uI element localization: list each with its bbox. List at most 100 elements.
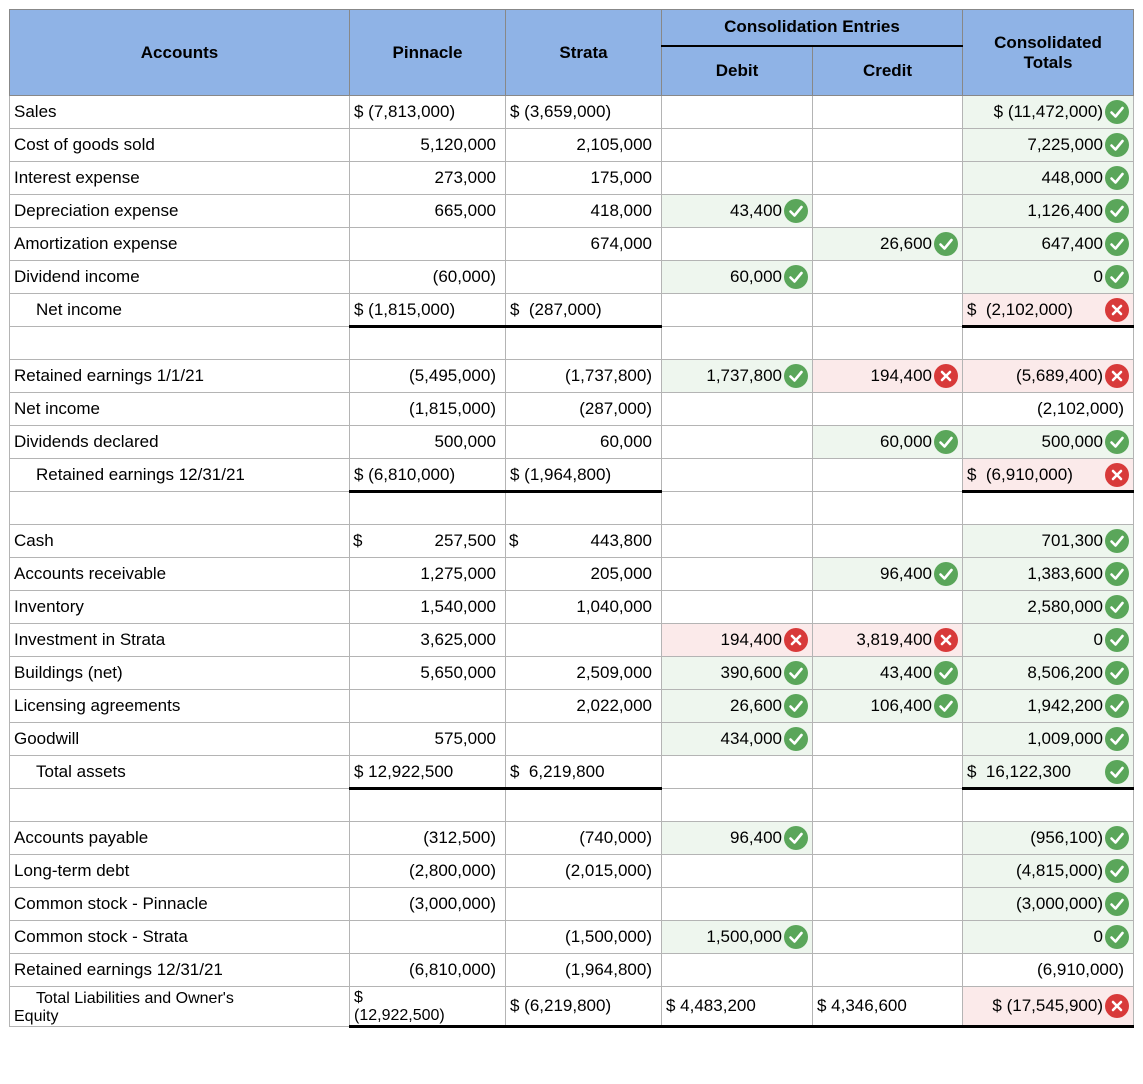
- consolidated-total[interactable]: $ (6,910,000): [962, 458, 1134, 493]
- strata-value-text: $ (1,964,800): [510, 464, 612, 484]
- consolidated-total-text: (956,100): [1030, 828, 1103, 847]
- consolidated-total[interactable]: 500,000: [962, 425, 1134, 459]
- debit-entry: [661, 854, 813, 888]
- strata-value: $ (1,964,800): [505, 458, 662, 493]
- pinnacle-value-text: 5,120,000: [420, 135, 496, 154]
- pinnacle-value: (5,495,000): [349, 359, 506, 393]
- spacer-row: [9, 491, 1134, 525]
- strata-value: 175,000: [505, 161, 662, 195]
- consolidated-total[interactable]: (6,910,000): [962, 953, 1134, 987]
- consolidated-total[interactable]: 0: [962, 623, 1134, 657]
- consolidated-total[interactable]: 1,126,400: [962, 194, 1134, 228]
- credit-entry: [812, 194, 963, 228]
- credit-entry[interactable]: 106,400: [812, 689, 963, 723]
- credit-entry[interactable]: 43,400: [812, 656, 963, 690]
- consolidated-total[interactable]: $ (2,102,000): [962, 293, 1134, 328]
- pinnacle-value-text: $ 12,922,500: [354, 761, 454, 781]
- pinnacle-value-text: $ (7,813,000): [354, 102, 456, 121]
- spacer-cell: [812, 491, 963, 525]
- credit-entry[interactable]: 3,819,400: [812, 623, 963, 657]
- consolidated-total[interactable]: 8,506,200: [962, 656, 1134, 690]
- credit-entry-text: 194,400: [870, 366, 932, 385]
- debit-entry[interactable]: 1,500,000: [661, 920, 813, 954]
- check-icon: [1105, 166, 1129, 190]
- account-name: Amortization expense: [9, 227, 350, 261]
- consolidated-total[interactable]: 1,942,200: [962, 689, 1134, 723]
- strata-value: (1,737,800): [505, 359, 662, 393]
- pinnacle-value-text: 1,275,000: [420, 564, 496, 583]
- consolidated-total[interactable]: 448,000: [962, 161, 1134, 195]
- debit-entry[interactable]: 194,400: [661, 623, 813, 657]
- credit-entry-text: 106,400: [870, 696, 932, 715]
- check-icon: [1105, 727, 1129, 751]
- consolidated-total[interactable]: $ 16,122,300: [962, 755, 1134, 790]
- consolidated-total-wrap: $ (17,545,900): [967, 994, 1129, 1018]
- table-row: Investment in Strata 3,625,000 194,400 3,81…: [9, 623, 1134, 657]
- strata-value: 418,000: [505, 194, 662, 228]
- debit-entry[interactable]: 60,000: [661, 260, 813, 294]
- cross-icon: [784, 628, 808, 652]
- strata-value-text: 2,105,000: [576, 135, 652, 154]
- consolidated-total[interactable]: (3,000,000): [962, 887, 1134, 921]
- consolidated-total[interactable]: (956,100): [962, 821, 1134, 855]
- strata-value-text: (740,000): [579, 828, 652, 847]
- credit-entry[interactable]: 60,000: [812, 425, 963, 459]
- table-row: Licensing agreements 2,022,000 26,600 106,4…: [9, 689, 1134, 723]
- consolidated-total[interactable]: 647,400: [962, 227, 1134, 261]
- strata-value: [505, 887, 662, 921]
- check-icon: [1105, 199, 1129, 223]
- credit-entry: [812, 458, 963, 492]
- consolidated-total[interactable]: 1,383,600: [962, 557, 1134, 591]
- account-name: Total Liabilities and Owner's Equity: [9, 986, 350, 1027]
- consolidated-total-text-wrap: 8,506,200: [967, 661, 1129, 685]
- consolidated-total[interactable]: 0: [962, 260, 1134, 294]
- spacer-cell: [505, 326, 662, 360]
- credit-entry[interactable]: 26,600: [812, 227, 963, 261]
- consolidated-total[interactable]: (5,689,400): [962, 359, 1134, 393]
- consolidated-total-text: $ (2,102,000): [967, 299, 1073, 319]
- consolidated-total[interactable]: (4,815,000): [962, 854, 1134, 888]
- worksheet-table: Accounts Pinnacle Strata Consolidation E…: [9, 9, 1134, 1028]
- consolidated-total-text-wrap: 448,000: [967, 166, 1129, 190]
- dollar-sign: $: [509, 531, 519, 550]
- consolidated-total[interactable]: 1,009,000: [962, 722, 1134, 756]
- debit-entry[interactable]: 434,000: [661, 722, 813, 756]
- account-name: Buildings (net): [9, 656, 350, 690]
- table-row: Sales $ (7,813,000) $ (3,659,000) $ (11,472…: [9, 95, 1134, 129]
- cross-icon: [1105, 297, 1129, 322]
- consolidated-total-text: 500,000: [1041, 432, 1103, 451]
- strata-value-text-value: 443,800: [590, 531, 652, 550]
- credit-entry[interactable]: 96,400: [812, 557, 963, 591]
- debit-entry[interactable]: 96,400: [661, 821, 813, 855]
- consolidated-total[interactable]: 7,225,000: [962, 128, 1134, 162]
- credit-entry: [812, 161, 963, 195]
- strata-value: 2,509,000: [505, 656, 662, 690]
- consolidated-total[interactable]: 2,580,000: [962, 590, 1134, 624]
- consolidated-total[interactable]: $ (11,472,000): [962, 95, 1134, 129]
- consolidated-total[interactable]: (2,102,000): [962, 392, 1134, 426]
- consolidated-total-text-wrap: 1,126,400: [967, 199, 1129, 223]
- spacer-cell: [349, 788, 506, 822]
- debit-entry[interactable]: 26,600: [661, 689, 813, 723]
- debit-entry[interactable]: 43,400: [661, 194, 813, 228]
- consolidated-total[interactable]: 701,300: [962, 524, 1134, 558]
- debit-entry-text-wrap: 26,600: [666, 694, 808, 718]
- debit-entry[interactable]: 1,737,800: [661, 359, 813, 393]
- credit-entry: [812, 953, 963, 987]
- pinnacle-value-text: 3,625,000: [420, 630, 496, 649]
- credit-entry-text: 26,600: [880, 234, 932, 253]
- credit-entry[interactable]: 194,400: [812, 359, 963, 393]
- account-name-line2: Equity: [14, 1008, 59, 1025]
- consolidated-total-text: 448,000: [1041, 168, 1103, 187]
- account-name: Investment in Strata: [9, 623, 350, 657]
- strata-value-text: $ (3,659,000): [510, 102, 612, 121]
- spacer-cell: [661, 788, 813, 822]
- consolidated-total[interactable]: $ (17,545,900): [962, 986, 1134, 1028]
- consolidated-total[interactable]: 0: [962, 920, 1134, 954]
- account-name: Retained earnings 12/31/21: [9, 953, 350, 987]
- table-row: Retained earnings 1/1/21 (5,495,000) (1,73…: [9, 359, 1134, 393]
- strata-value: (740,000): [505, 821, 662, 855]
- strata-value-text: $ (6,219,800): [510, 996, 612, 1015]
- debit-entry[interactable]: 390,600: [661, 656, 813, 690]
- spacer-cell: [661, 491, 813, 525]
